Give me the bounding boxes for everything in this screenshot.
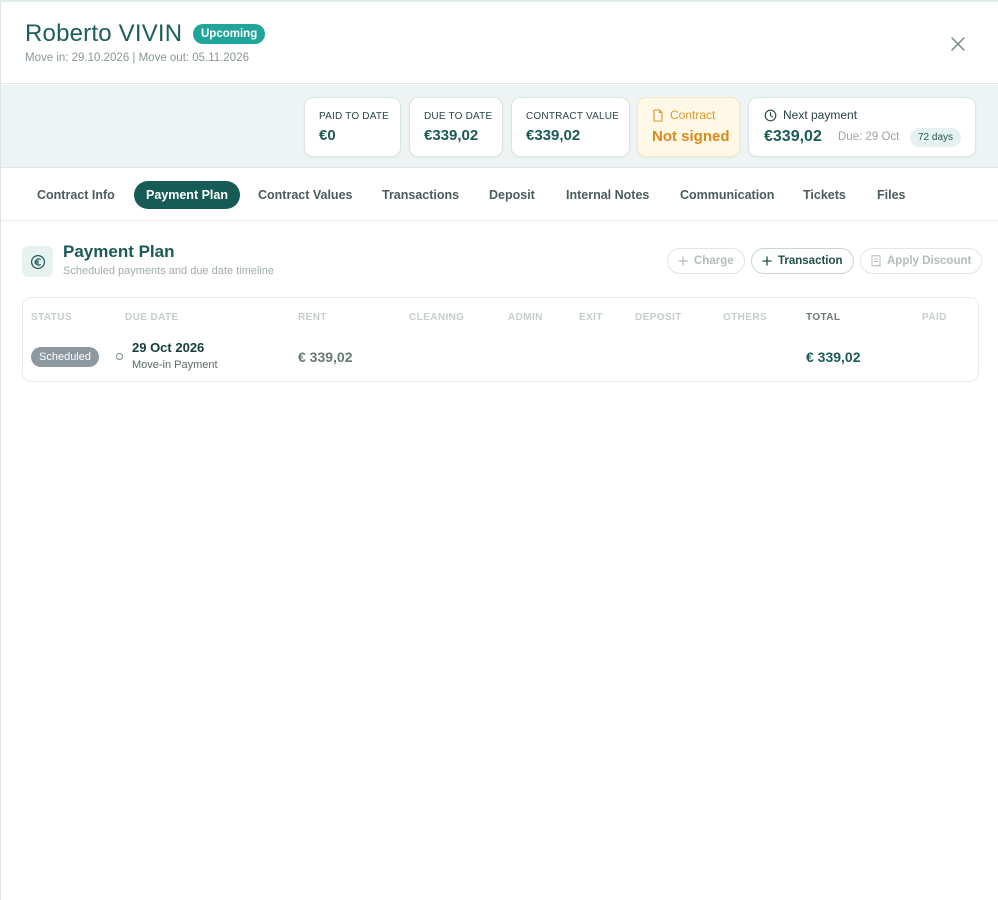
column-header-due-date: DUE DATE xyxy=(125,312,179,323)
due-to-date-value: €339,02 xyxy=(424,127,479,144)
contract-value-card: CONTRACT VALUE €339,02 xyxy=(511,97,630,157)
document-icon xyxy=(653,108,663,122)
contract-label: Contract xyxy=(670,108,716,122)
charge-button[interactable]: Charge xyxy=(667,248,745,274)
payment-plan-table: STATUS DUE DATE RENT CLEANING ADMIN EXIT… xyxy=(22,297,979,382)
status-badge: Upcoming xyxy=(193,24,266,44)
close-icon xyxy=(951,37,965,51)
tab-contract-info[interactable]: Contract Info xyxy=(25,181,127,209)
tab-files[interactable]: Files xyxy=(865,181,918,209)
column-header-others: OTHERS xyxy=(723,312,768,323)
tenant-name: Roberto VIVIN xyxy=(25,20,183,47)
transaction-label: Transaction xyxy=(778,255,843,267)
paid-to-date-value: €0 xyxy=(319,127,336,144)
section-subtitle: Scheduled payments and due date timeline xyxy=(63,265,274,277)
row-rent: € 339,02 xyxy=(298,349,353,365)
scheduled-status-pill: Scheduled xyxy=(31,347,99,367)
column-header-exit: EXIT xyxy=(579,312,603,323)
column-header-paid: PAID xyxy=(922,312,947,323)
contract-value-value: €339,02 xyxy=(526,127,581,144)
tab-transactions[interactable]: Transactions xyxy=(370,181,471,209)
row-total: € 339,02 xyxy=(806,349,861,365)
contract-status-value: Not signed xyxy=(652,128,730,145)
paid-to-date-label: PAID TO DATE xyxy=(319,111,390,122)
column-header-total: TOTAL xyxy=(806,312,841,323)
tab-internal-notes[interactable]: Internal Notes xyxy=(554,181,661,209)
column-header-status: STATUS xyxy=(31,312,72,323)
next-payment-card: Next payment €339,02 Due: 29 Oct 72 days xyxy=(748,97,976,157)
due-to-date-card: DUE TO DATE €339,02 xyxy=(409,97,503,157)
timeline-dot-icon xyxy=(116,353,123,360)
column-header-rent: RENT xyxy=(298,312,327,323)
summary-band: PAID TO DATE €0 DUE TO DATE €339,02 CONT… xyxy=(1,85,998,168)
column-header-deposit: DEPOSIT xyxy=(635,312,682,323)
contract-value-label: CONTRACT VALUE xyxy=(526,111,620,122)
charge-label: Charge xyxy=(694,255,734,267)
column-header-admin: ADMIN xyxy=(508,312,543,323)
euro-icon xyxy=(30,254,45,269)
contract-drawer: Roberto VIVIN Upcoming Move in: 29.10.20… xyxy=(0,0,998,900)
column-header-cleaning: CLEANING xyxy=(409,312,465,323)
tab-payment-plan[interactable]: Payment Plan xyxy=(134,181,240,209)
drawer-header: Roberto VIVIN Upcoming Move in: 29.10.20… xyxy=(1,2,998,84)
close-button[interactable] xyxy=(947,33,969,55)
contract-status-card[interactable]: Contract Not signed xyxy=(637,97,740,157)
tab-contract-values[interactable]: Contract Values xyxy=(246,181,364,209)
clock-icon xyxy=(764,109,777,121)
tab-tickets[interactable]: Tickets xyxy=(791,181,858,209)
next-payment-label: Next payment xyxy=(783,108,858,122)
row-due-date: 29 Oct 2026 xyxy=(132,340,205,355)
receipt-icon xyxy=(871,255,881,267)
days-remaining-badge: 72 days xyxy=(910,128,962,147)
section-icon xyxy=(22,246,53,277)
paid-to-date-card: PAID TO DATE €0 xyxy=(304,97,401,157)
row-description: Move-in Payment xyxy=(132,359,218,371)
apply-discount-button[interactable]: Apply Discount xyxy=(860,248,983,274)
tab-deposit[interactable]: Deposit xyxy=(477,181,547,209)
next-payment-due: Due: 29 Oct xyxy=(838,131,900,143)
apply-discount-label: Apply Discount xyxy=(887,255,972,267)
tab-communication[interactable]: Communication xyxy=(668,181,786,209)
tab-bar: Contract Info Payment Plan Contract Valu… xyxy=(1,169,998,221)
section-title: Payment Plan xyxy=(63,242,175,261)
move-dates: Move in: 29.10.2026 | Move out: 05.11.20… xyxy=(25,52,249,64)
plus-icon xyxy=(762,256,772,266)
plus-icon xyxy=(678,256,688,266)
next-payment-value: €339,02 xyxy=(764,128,822,145)
transaction-button[interactable]: Transaction xyxy=(751,248,854,274)
due-to-date-label: DUE TO DATE xyxy=(424,111,493,122)
